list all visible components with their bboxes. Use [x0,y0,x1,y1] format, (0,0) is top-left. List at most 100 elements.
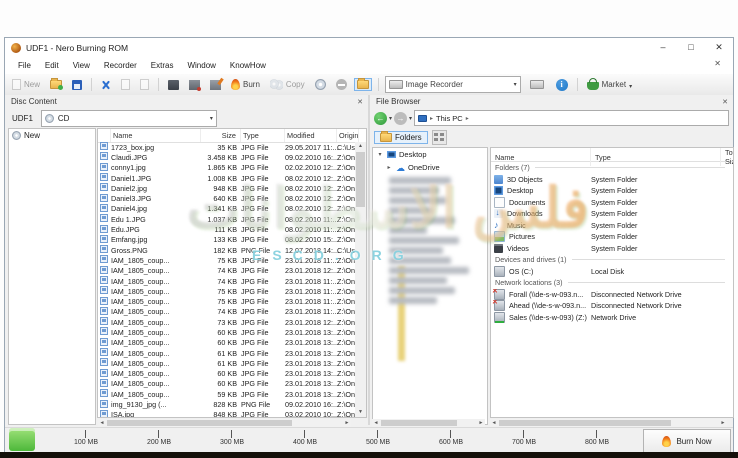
menubar-close-icon[interactable]: ✕ [714,59,721,68]
tree-item-blurred[interactable] [389,177,451,184]
list-item[interactable]: 3D Objects System Folder [491,174,733,186]
column-header-modified[interactable]: Modified [285,129,337,142]
list-item[interactable]: Ahead (\\de-s-w-093.n... Disconnected Ne… [491,300,733,312]
table-row[interactable]: IAM_1805_coup... 60 KB JPG File 23.01.20… [98,327,355,337]
table-row[interactable]: Edu.JPG 111 KB JPG File 08.02.2010 11:..… [98,224,355,234]
paste-button[interactable] [137,77,152,92]
file-browser-toggle[interactable] [354,78,372,91]
tree-item-blurred[interactable] [389,187,439,194]
scroll-down-icon[interactable]: ▼ [355,408,366,417]
tree-item-blurred[interactable] [389,297,437,304]
tree-item-desktop[interactable]: ▾ Desktop [373,148,487,161]
tree-hscrollbar[interactable]: ◄ ► [372,419,485,427]
list-item[interactable]: Pictures System Folder [491,231,733,243]
open-button[interactable] [47,78,65,91]
media-type-select[interactable]: CD ▾ [41,110,217,127]
browser-list-hscrollbar[interactable]: ◄ ► [490,419,727,427]
scroll-right-icon[interactable]: ► [719,420,727,426]
chevron-expanded-icon[interactable]: ▾ [376,151,384,158]
list-item[interactable]: Documents System Folder [491,197,733,209]
table-row[interactable]: IAM_1805_coup... 74 KB JPG File 23.01.20… [98,276,355,286]
table-row[interactable]: IAM_1805_coup... 59 KB JPG File 23.01.20… [98,389,355,399]
burn-now-button[interactable]: Burn Now [643,429,731,453]
recorder-select[interactable]: Image Recorder ▾ [385,76,521,93]
scroll-left-icon[interactable]: ◄ [372,420,380,426]
table-row[interactable]: IAM_1805_coup... 74 KB JPG File 23.01.20… [98,307,355,317]
address-bar[interactable]: ▸ This PC ▸ [414,110,729,126]
table-row[interactable]: IAM_1805_coup... 75 KB JPG File 23.01.20… [98,286,355,296]
tree-item-blurred[interactable] [389,217,455,224]
folders-toggle-button[interactable]: Folders [374,131,428,144]
tree-item-blurred[interactable] [389,277,447,284]
table-row[interactable]: Daniel3.JPG 640 KB JPG File 08.02.2010 1… [98,193,355,203]
menu-item[interactable]: Extras [144,61,181,70]
table-row[interactable]: Daniel1.JPG 1.008 KB JPG File 08.02.2010… [98,173,355,183]
chevron-down-icon[interactable]: ▾ [629,83,632,90]
disc-list-hscrollbar[interactable]: ◄ ► [98,419,351,427]
menu-item[interactable]: File [11,61,38,70]
chevron-down-icon[interactable]: ▾ [210,115,213,122]
disc-info-button[interactable] [312,77,329,92]
group-header-devices[interactable]: Devices and drives (1) [491,254,733,266]
table-row[interactable]: IAM_1805_coup... 60 KB JPG File 23.01.20… [98,379,355,389]
scroll-left-icon[interactable]: ◄ [490,420,498,426]
recorder-settings-button[interactable] [525,76,549,94]
wizard-button[interactable] [186,78,203,92]
tree-item-blurred[interactable] [389,287,455,294]
list-item[interactable]: Desktop System Folder [491,185,733,197]
list-item[interactable]: Music System Folder [491,220,733,232]
list-item[interactable]: Sales (\\de-s-w-093) (Z:) Network Drive [491,312,733,324]
list-item[interactable]: OS (C:) Local Disk [491,266,733,278]
scrollbar-thumb[interactable] [499,420,671,426]
disc-content-close-icon[interactable]: ✕ [357,98,363,106]
chevron-down-icon[interactable]: ▾ [514,81,517,88]
new-compilation-button[interactable]: New [9,77,43,92]
table-row[interactable]: Emfang.jpg 133 KB JPG File 08.02.2010 15… [98,235,355,245]
column-header-total-size[interactable]: Total Siz [721,148,734,166]
table-row[interactable]: IAM_1805_coup... 61 KB JPG File 23.01.20… [98,358,355,368]
table-row[interactable]: IAM_1805_coup... 75 KB JPG File 23.01.20… [98,296,355,306]
back-button[interactable]: ← [374,112,387,125]
tree-item-blurred[interactable] [389,247,443,254]
tree-item-blurred[interactable] [389,267,469,274]
tree-item-blurred[interactable] [389,257,451,264]
table-row[interactable]: IAM_1805_coup... 61 KB JPG File 23.01.20… [98,348,355,358]
cleanup-button[interactable] [207,78,224,92]
chevron-collapsed-icon[interactable]: ▸ [385,164,393,171]
minimize-button[interactable]: – [649,38,677,57]
burn-button[interactable]: Burn [228,77,263,92]
breadcrumb[interactable]: This PC [436,114,463,123]
list-item[interactable]: Forall (\\de-s-w-093.n... Disconnected N… [491,289,733,301]
market-button[interactable]: Market ▾ [584,77,635,92]
column-header-size[interactable]: Size [201,129,241,142]
cut-button[interactable] [98,78,114,92]
table-row[interactable]: IAM_1805_coup... 75 KB JPG File 23.01.20… [98,255,355,265]
menu-item[interactable]: Window [180,61,222,70]
table-row[interactable]: Daniel2.jpg 948 KB JPG File 08.02.2010 1… [98,183,355,193]
table-row[interactable]: Daniel4.jpg 1.341 KB JPG File 08.02.2010… [98,204,355,214]
forward-button[interactable]: → [394,112,407,125]
group-header-network[interactable]: Network locations (3) [491,277,733,289]
scrollbar-thumb[interactable] [107,420,292,426]
column-header-name[interactable]: Nameˆ [491,148,591,166]
table-row[interactable]: Gross.PNG 182 KB PNG File 12.07.2018 14:… [98,245,355,255]
copy-disc-button[interactable]: Copy [267,77,308,92]
table-row[interactable]: conny1.jpg 1.865 KB JPG File 02.02.2010 … [98,163,355,173]
column-header-type[interactable]: Type [591,148,721,166]
column-header-origin[interactable]: Origin [337,129,359,142]
file-browser-close-icon[interactable]: ✕ [722,98,728,106]
scrollbar-thumb[interactable] [356,152,365,207]
scroll-left-icon[interactable]: ◄ [98,420,106,426]
table-row[interactable]: IAM_1805_coup... 73 KB JPG File 23.01.20… [98,317,355,327]
table-row[interactable]: ISA.jpg 848 KB JPG File 03.02.2010 10:..… [98,410,355,418]
view-mode-icon[interactable] [432,130,447,145]
vertical-scrollbar[interactable]: ▲ ▼ [355,142,366,417]
table-row[interactable]: img_9130_jpg (... 828 KB PNG File 09.02.… [98,399,355,409]
info-button[interactable]: i [553,77,571,93]
table-row[interactable]: Claudi.JPG 3.458 KB JPG File 09.02.2010 … [98,152,355,162]
menu-item[interactable]: KnowHow [223,61,273,70]
tree-item-blurred[interactable] [389,237,459,244]
scroll-up-icon[interactable]: ▲ [355,142,366,151]
menu-item[interactable]: View [66,61,97,70]
scrollbar-thumb[interactable] [381,420,457,426]
